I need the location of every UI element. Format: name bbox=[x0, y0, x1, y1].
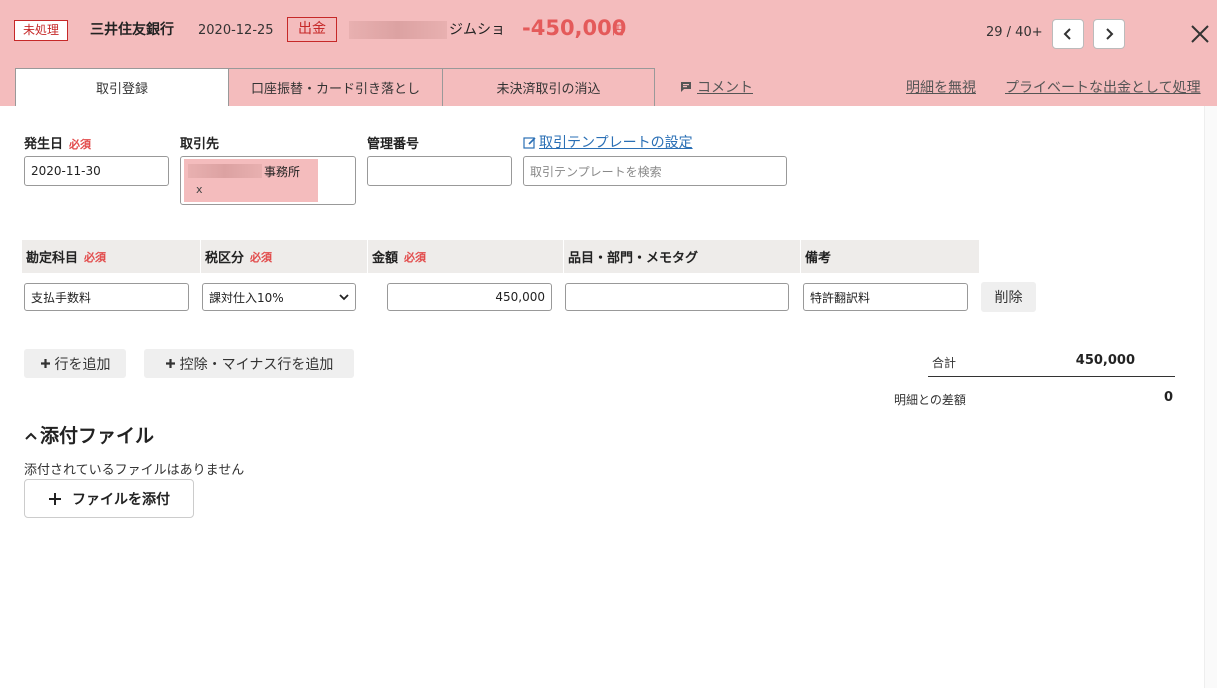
plus-icon bbox=[40, 359, 50, 368]
chevron-up-icon bbox=[25, 432, 37, 440]
diff-label: 明細との差額 bbox=[894, 393, 966, 407]
tab-reconcile[interactable]: 未決済取引の消込 bbox=[442, 68, 655, 106]
partner-field[interactable]: 事務所 x bbox=[180, 156, 356, 205]
plus-icon bbox=[165, 359, 175, 368]
close-icon[interactable] bbox=[1188, 22, 1212, 46]
pager-count: 29 / 40+ bbox=[986, 25, 1043, 40]
date-field[interactable]: 2020-11-30 bbox=[24, 156, 169, 186]
mgmt-label: 管理番号 bbox=[367, 137, 420, 152]
date-label: 発生日 必須 bbox=[24, 137, 92, 152]
chevron-down-icon bbox=[339, 294, 349, 301]
total-label: 合計 bbox=[932, 356, 957, 370]
redacted-payee bbox=[349, 21, 447, 39]
bank-name: 三井住友銀行 bbox=[90, 22, 174, 38]
next-button[interactable] bbox=[1093, 19, 1125, 49]
tab-register[interactable]: 取引登録 bbox=[15, 68, 229, 106]
attachments-toggle[interactable]: 添付ファイル bbox=[24, 421, 154, 448]
account-field[interactable]: 支払手数料 bbox=[24, 283, 189, 311]
template-search-input[interactable]: 取引テンプレートを検索 bbox=[523, 156, 787, 186]
prev-button[interactable] bbox=[1052, 19, 1084, 49]
transaction-amount: -450,000 bbox=[522, 16, 627, 40]
ignore-link[interactable]: 明細を無視 bbox=[906, 77, 976, 97]
mgmt-number-field[interactable] bbox=[367, 156, 512, 186]
th-amount: 金額 必須 bbox=[368, 240, 563, 273]
attachments-title: 添付ファイル bbox=[40, 425, 155, 447]
summary-divider bbox=[928, 376, 1175, 377]
tab-transfer[interactable]: 口座振替・カード引き落とし bbox=[228, 68, 443, 106]
partner-tag-label: 事務所 bbox=[264, 165, 301, 179]
total-value: 450,000 bbox=[1075, 353, 1135, 368]
comment-link[interactable]: コメント bbox=[680, 77, 753, 97]
add-row-button[interactable]: 行を追加 bbox=[24, 349, 126, 378]
th-tags: 品目・部門・メモタグ bbox=[564, 240, 800, 273]
tax-select[interactable]: 課対仕入10% bbox=[202, 283, 356, 311]
th-account: 勘定科目 必須 bbox=[22, 240, 200, 273]
template-settings-link[interactable]: 取引テンプレートの設定 bbox=[523, 132, 693, 152]
diff-value: 0 bbox=[1163, 390, 1173, 405]
redacted-partner bbox=[188, 164, 262, 178]
comment-icon bbox=[681, 82, 691, 92]
partner-tag: 事務所 x bbox=[184, 159, 318, 202]
transaction-header: 未処理 三井住友銀行 2020-12-25 出金 ジムショ -450,000 円… bbox=[0, 0, 1217, 106]
amount-field[interactable]: 450,000 bbox=[387, 283, 552, 311]
status-badge: 未処理 bbox=[14, 20, 69, 41]
th-tax: 税区分 必須 bbox=[201, 240, 367, 273]
delete-row-button[interactable]: 削除 bbox=[981, 282, 1036, 312]
add-file-button[interactable]: ファイルを添付 bbox=[24, 479, 194, 518]
attachments-empty: 添付されているファイルはありません bbox=[24, 463, 245, 478]
transaction-type-badge: 出金 bbox=[287, 17, 337, 42]
transaction-date: 2020-12-25 bbox=[198, 23, 274, 38]
private-link[interactable]: プライベートな出金として処理 bbox=[1005, 77, 1201, 97]
th-note: 備考 bbox=[801, 240, 979, 273]
scrollbar[interactable] bbox=[1204, 106, 1217, 688]
plus-icon bbox=[49, 492, 61, 505]
payee-name: ジムショ bbox=[449, 22, 505, 38]
chevron-left-icon bbox=[1063, 28, 1071, 40]
chevron-right-icon bbox=[1106, 28, 1114, 40]
currency-unit: 円 bbox=[612, 23, 625, 37]
note-field[interactable]: 特許翻訳料 bbox=[803, 283, 968, 311]
tags-field[interactable] bbox=[565, 283, 789, 311]
partner-label: 取引先 bbox=[180, 137, 220, 152]
add-minus-row-button[interactable]: 控除・マイナス行を追加 bbox=[144, 349, 354, 378]
edit-icon bbox=[523, 136, 536, 149]
comment-label: コメント bbox=[697, 80, 753, 96]
partner-remove[interactable]: x bbox=[196, 183, 203, 196]
